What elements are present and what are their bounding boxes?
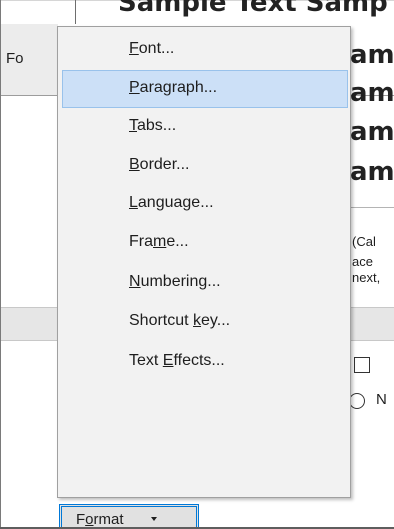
- option-checkbox[interactable]: [354, 357, 370, 373]
- preview-sample-line: amp: [350, 117, 394, 147]
- preview-border: [75, 0, 76, 24]
- chevron-down-icon: [151, 517, 157, 521]
- left-panel-divider: [0, 95, 58, 96]
- menu-item-numbering[interactable]: Numbering...: [62, 264, 348, 302]
- style-description-line: ace: [352, 254, 373, 269]
- window-border-left: [0, 0, 1, 529]
- format-button-label: Format: [76, 511, 124, 528]
- preview-sample-line: amp: [350, 40, 394, 70]
- preview-sample-line: amp: [350, 78, 394, 108]
- description-divider: [345, 207, 394, 208]
- preview-sample-text: Sample Text Samp: [118, 0, 388, 18]
- menu-item-label: Frame...: [129, 233, 189, 250]
- style-description-line: next,: [352, 270, 381, 285]
- menu-item-label: Font...: [129, 40, 175, 57]
- menu-item-label: Numbering...: [129, 273, 221, 290]
- format-menu: Font... Paragraph... Tabs... Border... L…: [57, 26, 351, 498]
- format-button[interactable]: Format: [59, 504, 199, 529]
- left-tab-label: Fo: [6, 50, 24, 67]
- menu-item-text-effects[interactable]: Text Effects...: [62, 343, 348, 381]
- menu-item-language[interactable]: Language...: [62, 185, 348, 223]
- dialog-window: Sample Text Samp Fo amp amp amp amp (Cal…: [0, 0, 394, 529]
- style-description-line: (Cal: [352, 234, 376, 249]
- menu-item-frame[interactable]: Frame...: [62, 224, 348, 262]
- option-radio[interactable]: [349, 393, 365, 409]
- menu-item-label: Paragraph...: [129, 79, 218, 96]
- menu-item-border[interactable]: Border...: [62, 147, 348, 185]
- menu-item-label: Tabs...: [129, 117, 177, 134]
- menu-item-label: Border...: [129, 156, 190, 173]
- menu-item-shortcut-key[interactable]: Shortcut key...: [62, 303, 348, 341]
- menu-item-paragraph[interactable]: Paragraph...: [62, 70, 348, 108]
- menu-item-tabs[interactable]: Tabs...: [62, 108, 348, 146]
- preview-sample-line: amp: [350, 157, 394, 187]
- menu-item-label: Shortcut key...: [129, 312, 231, 329]
- menu-item-font[interactable]: Font...: [62, 31, 348, 69]
- menu-item-label: Language...: [129, 194, 214, 211]
- radio-label: N: [376, 391, 387, 408]
- menu-item-label: Text Effects...: [129, 352, 225, 369]
